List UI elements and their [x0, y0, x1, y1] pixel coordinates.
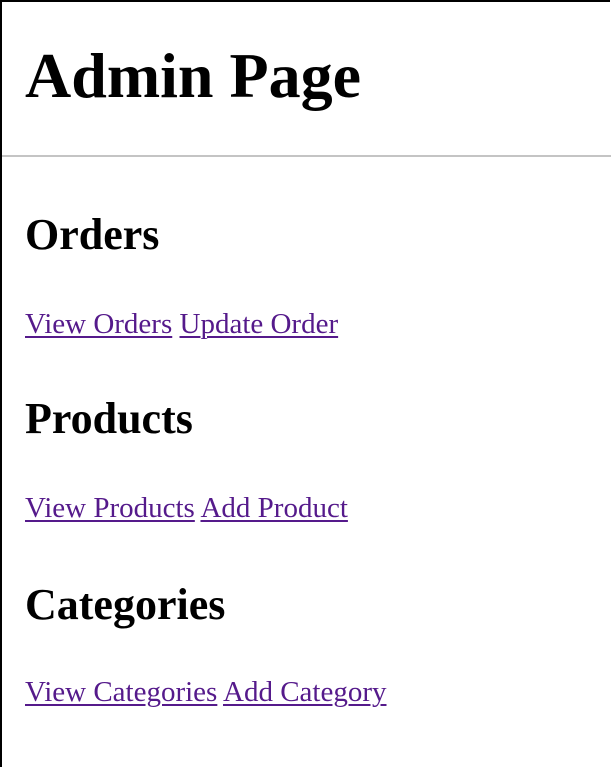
browser-viewport-frame	[0, 0, 610, 767]
section-title-products: Products	[25, 394, 193, 443]
title-divider	[2, 155, 611, 157]
orders-links: View Orders Update Order	[25, 310, 338, 339]
view-orders-link[interactable]: View Orders	[25, 308, 172, 340]
products-links: View Products Add Product	[25, 494, 348, 523]
section-title-orders: Orders	[25, 210, 160, 259]
add-category-link[interactable]: Add Category	[223, 676, 387, 708]
view-products-link[interactable]: View Products	[25, 492, 195, 524]
page-title: Admin Page	[25, 40, 361, 111]
view-categories-link[interactable]: View Categories	[25, 676, 217, 708]
categories-links: View Categories Add Category	[25, 678, 387, 707]
add-product-link[interactable]: Add Product	[200, 492, 347, 524]
section-title-categories: Categories	[25, 580, 226, 629]
update-order-link[interactable]: Update Order	[180, 308, 339, 340]
